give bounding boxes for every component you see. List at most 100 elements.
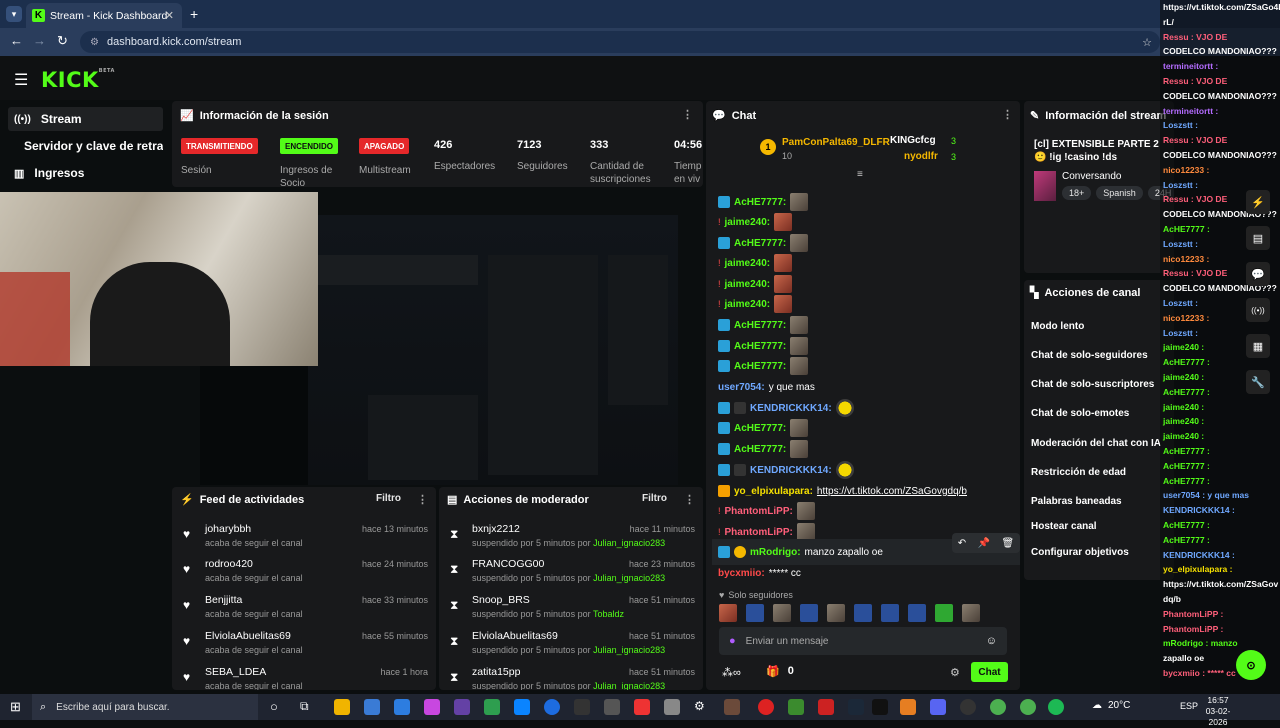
emote-icon[interactable] <box>908 604 926 622</box>
more-options-icon[interactable]: ⋮ <box>1002 108 1013 121</box>
chat-user[interactable]: jaime240: <box>725 217 771 228</box>
chat-message[interactable]: bycxmiio: ***** cc <box>718 564 801 582</box>
slow-mode-item[interactable]: Modo lento <box>1031 321 1084 332</box>
chat-user[interactable]: AcHE7777: <box>734 423 786 434</box>
app-icon[interactable] <box>664 699 680 715</box>
emote-icon[interactable] <box>881 604 899 622</box>
weather-widget[interactable]: ☁ 20°C <box>1092 700 1130 711</box>
emote-icon[interactable] <box>935 604 953 622</box>
chat-message[interactable]: ǃ jaime240: <box>718 275 793 293</box>
send-chat-button[interactable]: Chat <box>971 662 1008 682</box>
chat-message[interactable]: user7054: y que mas <box>718 378 815 396</box>
app-icon[interactable] <box>634 699 650 715</box>
chat-message[interactable]: KENDRICKKK14: <box>718 399 854 417</box>
discord-icon[interactable] <box>930 699 946 715</box>
chat-bubble-icon[interactable]: 💬 <box>1246 262 1270 286</box>
chat-message[interactable]: ǃ jaime240: <box>718 213 793 231</box>
moderator-name[interactable]: Tobaldz <box>593 609 624 619</box>
chat-message[interactable]: yo_elpixulapara: https://vt.tiktok.com/ZS… <box>718 482 967 500</box>
emote-icon[interactable] <box>962 604 980 622</box>
configure-goals-item[interactable]: Configurar objetivos <box>1031 547 1129 558</box>
delete-icon[interactable]: 🗑 <box>1002 538 1015 549</box>
chat-user[interactable]: KENDRICKKK14: <box>750 465 832 476</box>
wrench-icon[interactable]: 🔧 <box>1246 370 1270 394</box>
store-icon[interactable] <box>394 699 410 715</box>
feed-filter-button[interactable]: Filtro <box>376 493 401 504</box>
lightning-icon[interactable]: ⚡ <box>1246 190 1270 214</box>
app-icon[interactable] <box>604 699 620 715</box>
chat-message[interactable]: AcHE7777: <box>718 316 809 334</box>
tag[interactable]: 18+ <box>1062 186 1092 200</box>
chat-message[interactable]: AcHE7777: <box>718 193 809 211</box>
list-item[interactable]: ♥ joharybbh acaba de seguir el canal hac… <box>172 523 436 557</box>
chat-user[interactable]: jaime240: <box>725 258 771 269</box>
list-item[interactable]: ⧗ zatita15pp suspendido por 5 minutos po… <box>439 666 703 690</box>
chat-message[interactable]: AcHE7777: <box>718 337 809 355</box>
chat-user[interactable]: jaime240: <box>725 299 771 310</box>
file-explorer-icon[interactable] <box>334 699 350 715</box>
chrome-icon[interactable] <box>990 699 1006 715</box>
list-item[interactable]: ⧗ ElviolaAbuelitas69 suspendido por 5 mi… <box>439 630 703 664</box>
chat-user[interactable]: KENDRICKKK14: <box>750 403 832 414</box>
chat-message[interactable]: KENDRICKKK14: <box>718 461 854 479</box>
tab-list-icon[interactable]: ▾ <box>6 6 22 22</box>
taskbar-search[interactable]: ⌕ Escribe aquí para buscar. <box>32 694 258 720</box>
site-info-icon[interactable]: ⚙ <box>90 37 99 48</box>
chat-message[interactable]: AcHE7777: <box>718 234 809 252</box>
clock[interactable]: 16:57 03-02-2026 <box>1198 695 1238 728</box>
obs-icon[interactable] <box>960 699 976 715</box>
app-icon[interactable] <box>900 699 916 715</box>
broadcast-icon[interactable]: ((•)) <box>1246 298 1270 322</box>
chat-message[interactable]: AcHE7777: <box>718 357 809 375</box>
app-icon[interactable] <box>574 699 590 715</box>
gifter-name[interactable]: nyodlfr <box>904 151 938 162</box>
tiktok-icon[interactable] <box>872 699 888 715</box>
chat-message[interactable]: ǃ PhantomLiPP: <box>718 502 815 520</box>
mail-icon[interactable] <box>364 699 380 715</box>
twitch-icon[interactable] <box>454 699 470 715</box>
chat-link[interactable]: https://vt.tiktok.com/ZSaGovgdq/b <box>817 486 967 497</box>
app-icon[interactable] <box>514 699 530 715</box>
new-tab-icon[interactable]: + <box>190 6 198 22</box>
chat-message[interactable]: ǃ jaime240: <box>718 254 793 272</box>
chat-user[interactable]: AcHE7777: <box>734 361 786 372</box>
reply-icon[interactable]: ↶ <box>958 538 966 549</box>
emotes-only-item[interactable]: Chat de solo-emotes <box>1031 408 1129 419</box>
chat-user[interactable]: bycxmiio: <box>718 568 765 579</box>
tag[interactable]: Spanish <box>1096 186 1143 200</box>
kick-logo[interactable]: KICKBETA <box>41 68 115 92</box>
settings-icon[interactable]: ⚙ <box>694 699 710 715</box>
chat-user[interactable]: AcHE7777: <box>734 444 786 455</box>
forward-icon[interactable]: → <box>33 33 46 48</box>
emote-icon[interactable] <box>773 604 791 622</box>
app-icon[interactable] <box>724 699 740 715</box>
chat-user[interactable]: PhantomLiPP: <box>725 527 793 538</box>
layout-icon[interactable]: ▦ <box>1246 334 1270 358</box>
overlay-action-button[interactable]: ⊙ <box>1236 650 1266 680</box>
emote-icon[interactable] <box>854 604 872 622</box>
list-item[interactable]: ♥ SEBA_LDEA acaba de seguir el canal hac… <box>172 666 436 690</box>
list-item[interactable]: ♥ ElviolaAbuelitas69 acaba de seguir el … <box>172 630 436 664</box>
spotify-icon[interactable] <box>1048 699 1064 715</box>
minecraft-icon[interactable] <box>788 699 804 715</box>
bookmark-star-icon[interactable]: ☆ <box>1142 36 1152 49</box>
app-icon[interactable] <box>818 699 834 715</box>
drive-icon[interactable] <box>484 699 500 715</box>
list-item[interactable]: ⧗ Snoop_BRS suspendido por 5 minutos por… <box>439 594 703 628</box>
emote-icon[interactable] <box>719 604 737 622</box>
chat-user[interactable]: AcHE7777: <box>734 238 786 249</box>
task-view-icon[interactable]: ⧉ <box>300 699 316 715</box>
more-options-icon[interactable]: ⋮ <box>417 493 428 506</box>
gifter-name[interactable]: KINGcfcg <box>890 135 936 146</box>
chat-user[interactable]: AcHE7777: <box>734 341 786 352</box>
chat-message[interactable]: AcHE7777: <box>718 440 809 458</box>
steam-icon[interactable] <box>848 699 864 715</box>
chat-message[interactable]: mRodrigo: manzo zapallo oe <box>718 543 883 561</box>
chat-user[interactable]: user7054: <box>718 382 765 393</box>
url-field[interactable]: ⚙ dashboard.kick.com/stream ☆ <box>80 31 1160 53</box>
moderator-name[interactable]: Julian_ignacio283 <box>593 573 665 583</box>
back-icon[interactable]: ← <box>10 33 23 48</box>
close-tab-icon[interactable]: ✕ <box>165 9 174 22</box>
mic-icon[interactable]: ● <box>729 635 736 647</box>
windows-start-icon[interactable]: ⊞ <box>10 699 21 715</box>
